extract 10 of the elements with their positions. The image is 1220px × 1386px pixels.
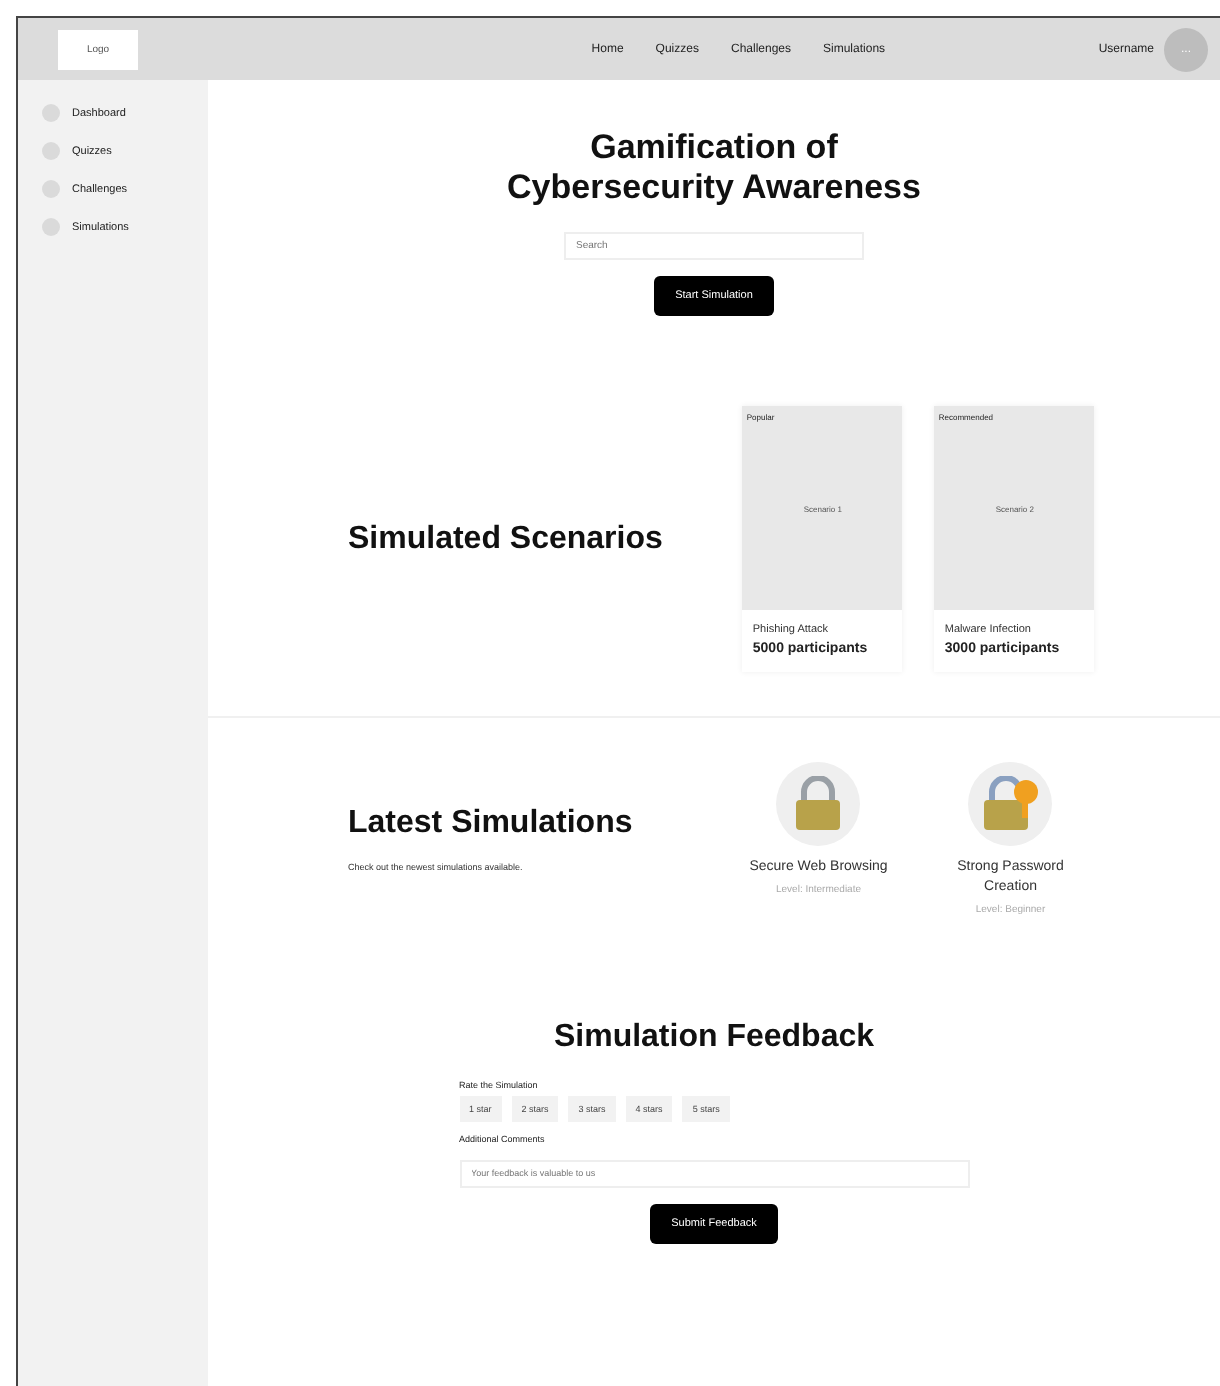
section-title: Latest Simulations [348, 806, 633, 842]
section-title: Simulation Feedback [553, 1020, 875, 1056]
section-title: Simulated Scenarios [348, 521, 663, 557]
circle-icon [42, 180, 60, 198]
circle-icon [42, 142, 60, 160]
page-title: Gamification of Cybersecurity Awareness [507, 128, 921, 208]
circle-icon [42, 104, 60, 122]
padlock-key-icon [980, 776, 1041, 832]
circle-icon [42, 218, 60, 236]
padlock-icon [792, 776, 845, 832]
